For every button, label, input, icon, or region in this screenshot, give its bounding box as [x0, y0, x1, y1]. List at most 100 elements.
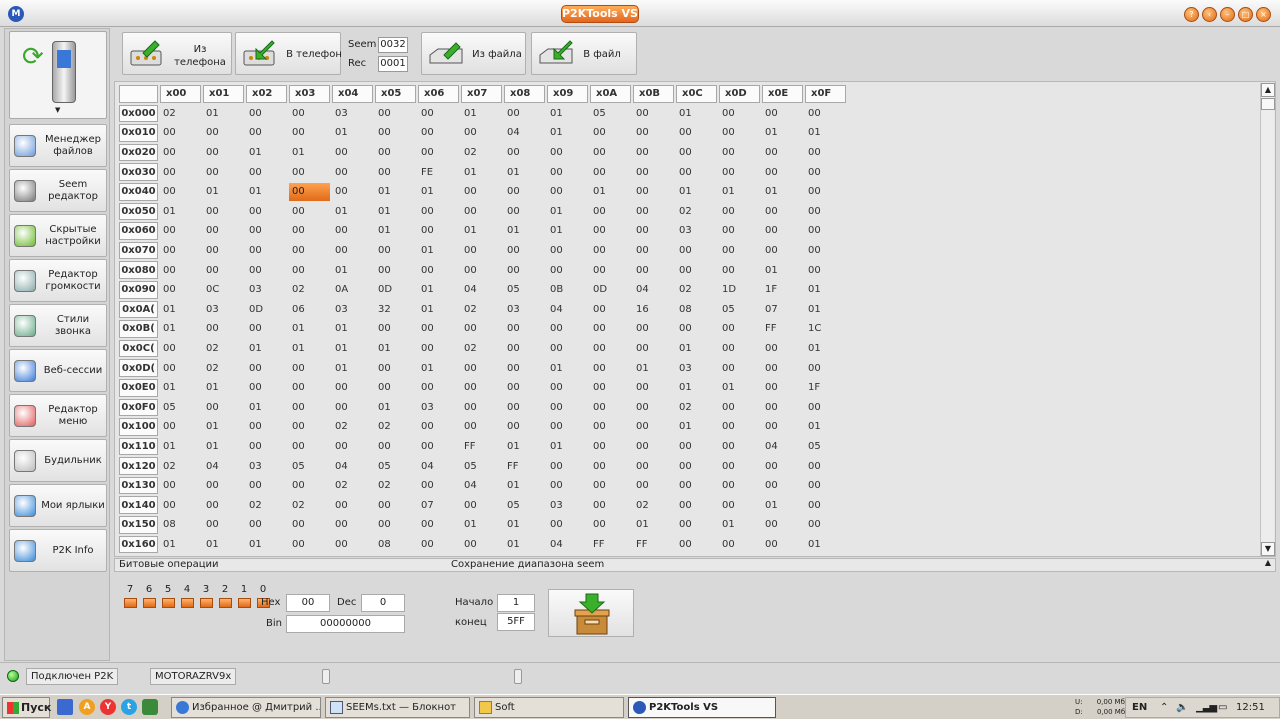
- hex-cell[interactable]: 00: [719, 438, 760, 456]
- hex-cell[interactable]: FF: [633, 536, 674, 554]
- minimize-button[interactable]: –: [1220, 7, 1235, 22]
- hex-cell[interactable]: 00: [332, 516, 373, 534]
- hex-cell[interactable]: 00: [633, 320, 674, 338]
- hex-cell[interactable]: 00: [633, 183, 674, 201]
- back-button[interactable]: ‹: [1202, 7, 1217, 22]
- hex-cell[interactable]: FF: [461, 438, 502, 456]
- bit-checkbox[interactable]: [199, 598, 213, 608]
- row-address[interactable]: 0x160: [119, 535, 158, 554]
- column-header[interactable]: x0F: [805, 85, 846, 103]
- hex-cell[interactable]: 01: [160, 203, 201, 221]
- hex-cell[interactable]: 00: [719, 163, 760, 181]
- hex-cell[interactable]: 00: [289, 203, 330, 221]
- hex-cell[interactable]: 01: [203, 536, 244, 554]
- hex-cell[interactable]: 01: [203, 418, 244, 436]
- hex-cell[interactable]: 00: [633, 163, 674, 181]
- hex-cell[interactable]: 00: [719, 418, 760, 436]
- hex-cell[interactable]: 00: [504, 399, 545, 417]
- hex-cell[interactable]: 04: [461, 281, 502, 299]
- collapse-arrow-icon[interactable]: ▲: [1265, 558, 1271, 567]
- hex-cell[interactable]: 01: [289, 144, 330, 162]
- task-notepad[interactable]: SEEMs.txt — Блокнот: [325, 697, 470, 718]
- hex-cell[interactable]: 00: [246, 242, 287, 260]
- to-file-button[interactable]: В файл: [531, 32, 637, 75]
- hex-cell[interactable]: 00: [289, 222, 330, 240]
- hex-cell[interactable]: 00: [289, 418, 330, 436]
- hex-cell[interactable]: 00: [246, 418, 287, 436]
- hex-cell[interactable]: 03: [246, 457, 287, 475]
- hex-cell[interactable]: 00: [590, 379, 631, 397]
- hex-cell[interactable]: 00: [332, 163, 373, 181]
- hex-cell[interactable]: 00: [289, 477, 330, 495]
- hex-cell[interactable]: 03: [203, 301, 244, 319]
- hex-cell[interactable]: 00: [160, 163, 201, 181]
- hex-cell[interactable]: 00: [762, 379, 803, 397]
- hex-cell[interactable]: 01: [805, 536, 846, 554]
- hex-cell[interactable]: 01: [504, 222, 545, 240]
- hex-cell[interactable]: 01: [289, 340, 330, 358]
- hex-cell[interactable]: 00: [805, 359, 846, 377]
- hex-cell[interactable]: 00: [590, 399, 631, 417]
- hex-cell[interactable]: 00: [762, 203, 803, 221]
- hex-cell[interactable]: 00: [375, 379, 416, 397]
- hex-cell[interactable]: 00: [203, 261, 244, 279]
- hex-cell[interactable]: 01: [504, 163, 545, 181]
- hex-cell[interactable]: 01: [332, 124, 373, 142]
- hex-cell[interactable]: 00: [418, 516, 459, 534]
- hex-cell[interactable]: 02: [461, 340, 502, 358]
- hex-cell[interactable]: 05: [719, 301, 760, 319]
- hex-cell[interactable]: 04: [762, 438, 803, 456]
- sidebar-item-10[interactable]: P2K Info: [9, 529, 107, 572]
- hex-cell[interactable]: 00: [547, 477, 588, 495]
- dec-field[interactable]: 0: [361, 594, 405, 612]
- hex-cell[interactable]: 00: [203, 477, 244, 495]
- hex-cell[interactable]: 05: [590, 105, 631, 123]
- hex-cell[interactable]: 00: [719, 496, 760, 514]
- hex-cell[interactable]: 00: [719, 477, 760, 495]
- hex-cell[interactable]: 00: [332, 536, 373, 554]
- hex-cell[interactable]: 04: [504, 124, 545, 142]
- hex-cell[interactable]: 00: [332, 222, 373, 240]
- hex-cell[interactable]: 00: [719, 399, 760, 417]
- hex-cell[interactable]: 00: [461, 320, 502, 338]
- hex-cell[interactable]: 01: [246, 144, 287, 162]
- task-favorites[interactable]: Избранное @ Дмитрий ...: [171, 697, 321, 718]
- hex-cell[interactable]: 00: [246, 124, 287, 142]
- hex-cell[interactable]: 00: [375, 163, 416, 181]
- row-address[interactable]: 0x020: [119, 143, 158, 162]
- hex-cell[interactable]: 00: [160, 222, 201, 240]
- hex-cell[interactable]: 00: [676, 242, 717, 260]
- sidebar-item-9[interactable]: Мои ярлыки: [9, 484, 107, 527]
- hex-cell[interactable]: 01: [246, 536, 287, 554]
- column-header[interactable]: x09: [547, 85, 588, 103]
- hex-cell[interactable]: 00: [418, 222, 459, 240]
- hex-cell[interactable]: 00: [461, 203, 502, 221]
- hex-cell[interactable]: 02: [160, 105, 201, 123]
- column-header[interactable]: x0C: [676, 85, 717, 103]
- column-header[interactable]: x0A: [590, 85, 631, 103]
- hex-cell[interactable]: 01: [590, 183, 631, 201]
- hex-cell[interactable]: 00: [762, 516, 803, 534]
- column-header[interactable]: x0E: [762, 85, 803, 103]
- hex-cell[interactable]: 00: [633, 457, 674, 475]
- hex-cell[interactable]: 00: [203, 124, 244, 142]
- hex-cell[interactable]: 00: [719, 222, 760, 240]
- vertical-scrollbar[interactable]: ▲ ▼: [1260, 83, 1275, 556]
- hex-cell[interactable]: 00: [719, 340, 760, 358]
- hex-cell[interactable]: 02: [332, 418, 373, 436]
- hex-cell[interactable]: 00: [633, 222, 674, 240]
- hex-cell[interactable]: FE: [418, 163, 459, 181]
- hex-cell[interactable]: 00: [375, 359, 416, 377]
- row-address[interactable]: 0x090: [119, 280, 158, 299]
- hex-cell[interactable]: 05: [504, 281, 545, 299]
- twitter-icon[interactable]: t: [121, 699, 137, 715]
- hex-cell[interactable]: 01: [461, 222, 502, 240]
- hex-cell[interactable]: 00: [590, 203, 631, 221]
- hex-cell[interactable]: 02: [633, 496, 674, 514]
- hex-cell[interactable]: 01: [461, 516, 502, 534]
- hex-cell[interactable]: 00: [203, 163, 244, 181]
- hex-cell[interactable]: 00: [805, 261, 846, 279]
- hex-cell[interactable]: 00: [590, 496, 631, 514]
- hex-cell[interactable]: 08: [375, 536, 416, 554]
- hex-cell[interactable]: 02: [332, 477, 373, 495]
